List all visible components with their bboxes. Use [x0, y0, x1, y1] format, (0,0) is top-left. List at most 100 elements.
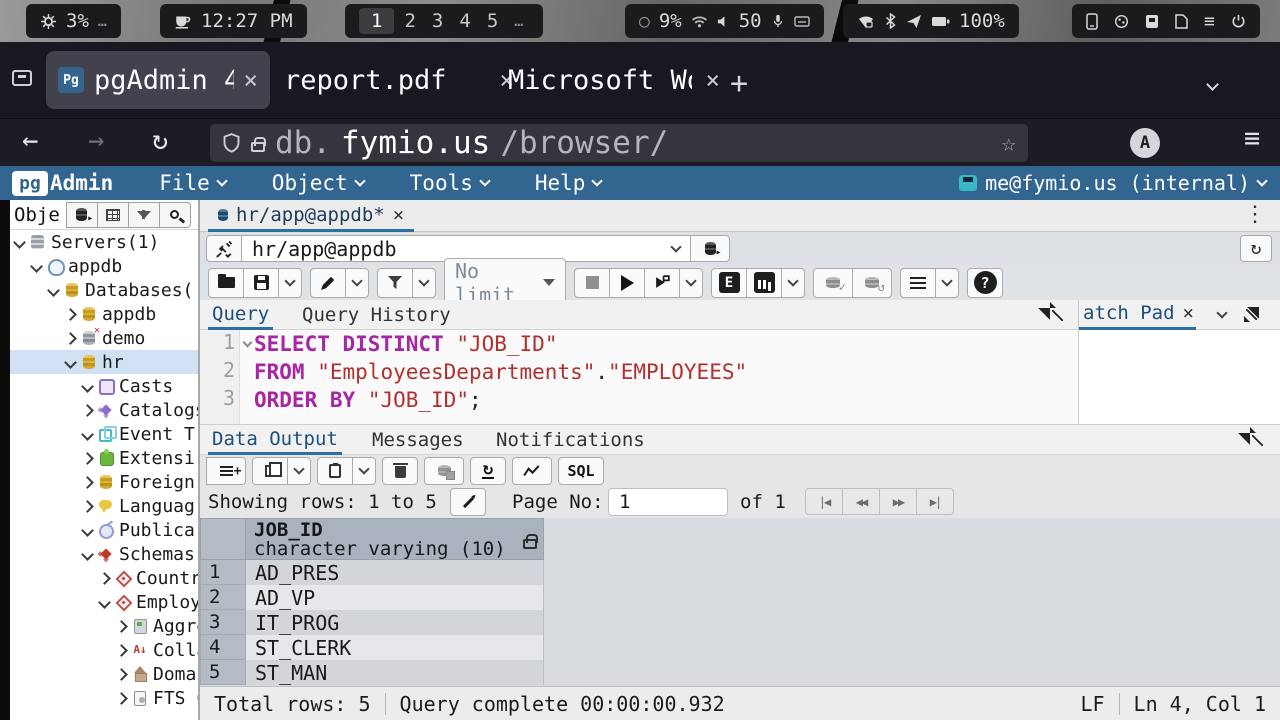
forward-button[interactable]: →: [88, 125, 104, 156]
macros-options-button[interactable]: [935, 268, 959, 298]
tab-query[interactable]: Query: [208, 300, 273, 330]
expand-icon[interactable]: [1244, 307, 1259, 322]
search-button[interactable]: [159, 202, 191, 228]
tree-node-appdb[interactable]: appdb: [10, 302, 198, 326]
browser-tab[interactable]: Microsoft Wo ×: [508, 51, 720, 109]
tree-node-hr[interactable]: hr: [10, 350, 198, 374]
cell-value[interactable]: AD_PRES: [246, 560, 544, 585]
filter-button[interactable]: [128, 202, 160, 228]
system-tray[interactable]: ≡: [1072, 4, 1260, 38]
tree-node-countr[interactable]: Countr: [10, 566, 198, 590]
list-all-tabs-icon[interactable]: [1208, 74, 1217, 93]
add-row-button[interactable]: [206, 457, 246, 485]
copy-button[interactable]: [252, 457, 288, 485]
workspace-1[interactable]: 1: [359, 8, 394, 34]
edit-button[interactable]: [310, 268, 346, 298]
execute-options-button[interactable]: [644, 268, 680, 298]
chevron-right-icon[interactable]: [81, 452, 94, 465]
close-icon[interactable]: ×: [1183, 302, 1194, 324]
filter-button[interactable]: [377, 268, 413, 298]
back-button[interactable]: ←: [22, 125, 38, 156]
tree-node-schemas[interactable]: Schemas: [10, 542, 198, 566]
query-tool-tab[interactable]: hr/app@appdb* ×: [208, 200, 414, 232]
system-monitor-indicators[interactable]: ○ 9% 50: [625, 4, 824, 38]
macros-button[interactable]: [900, 268, 936, 298]
graph-visualiser-button[interactable]: [512, 457, 552, 485]
close-icon[interactable]: ×: [393, 204, 404, 226]
download-button[interactable]: ↻: [470, 457, 506, 485]
chevron-down-icon[interactable]: [1216, 307, 1227, 318]
chevron-down-icon[interactable]: [30, 260, 43, 273]
sql-button[interactable]: SQL: [558, 457, 604, 485]
reload-button[interactable]: ↻: [152, 125, 168, 156]
workspace-6[interactable]: …: [508, 12, 529, 30]
edit-range-button[interactable]: [450, 488, 486, 516]
tree-node-colla[interactable]: A↓Colla: [10, 638, 198, 662]
rollback-button[interactable]: ↺: [852, 268, 892, 298]
browser-tab[interactable]: report.pdf ×: [284, 51, 514, 109]
workspace-4[interactable]: 4: [453, 10, 476, 32]
help-button[interactable]: ?: [967, 268, 1003, 298]
tab-messages[interactable]: Messages: [368, 425, 468, 455]
open-file-button[interactable]: [208, 268, 244, 298]
workspace-2[interactable]: 2: [398, 10, 421, 32]
workspace-switcher[interactable]: 12345…: [345, 4, 543, 38]
last-page-button[interactable]: ▶|: [916, 488, 954, 515]
cancel-query-button[interactable]: [574, 268, 610, 298]
tree-node-foreign[interactable]: Foreign: [10, 470, 198, 494]
firefox-account-icon[interactable]: A: [1130, 128, 1160, 158]
save-data-button[interactable]: [424, 457, 464, 485]
cell-value[interactable]: ST_MAN: [246, 660, 544, 685]
chevron-down-icon[interactable]: [81, 524, 94, 537]
tab-data-output[interactable]: Data Output: [208, 425, 342, 455]
chevron-right-icon[interactable]: [81, 404, 94, 417]
column-header[interactable]: JOB_ID character varying (10): [246, 518, 544, 560]
save-options-button[interactable]: [278, 268, 302, 298]
quick-search-db-button[interactable]: [66, 202, 98, 228]
tree-node-servers1[interactable]: Servers(1): [10, 230, 198, 254]
new-tab-button[interactable]: +: [730, 66, 748, 101]
commit-button[interactable]: ✓: [813, 268, 853, 298]
edit-options-button[interactable]: [345, 268, 369, 298]
prev-page-button[interactable]: ◀◀: [842, 488, 880, 515]
chevron-right-icon[interactable]: [115, 668, 128, 681]
execute-button[interactable]: [609, 268, 645, 298]
execute-menu-button[interactable]: [679, 268, 703, 298]
cell-value[interactable]: AD_VP: [246, 585, 544, 610]
chevron-down-icon[interactable]: [81, 548, 94, 561]
clock-indicator[interactable]: 12:27 PM: [160, 4, 307, 38]
menu-help[interactable]: Help: [535, 171, 602, 195]
bookmark-star-icon[interactable]: ☆: [1002, 129, 1016, 157]
editor-code[interactable]: SELECT DISTINCT "JOB_ID"FROM "EmployeesD…: [240, 330, 747, 424]
chevron-down-icon[interactable]: [13, 236, 26, 249]
network-battery-indicators[interactable]: 100%: [843, 4, 1019, 38]
tree-node-catalogs[interactable]: Catalogs: [10, 398, 198, 422]
tree-node-demo[interactable]: demo: [10, 326, 198, 350]
tree-node-employ[interactable]: Employ: [10, 590, 198, 614]
tree-node-appdb[interactable]: appdb: [10, 254, 198, 278]
chevron-right-icon[interactable]: [64, 332, 77, 345]
tab-query-history[interactable]: Query History: [298, 300, 455, 330]
explain-options-button[interactable]: [781, 268, 805, 298]
scratch-pad-tab[interactable]: atch Pad ×: [1079, 300, 1196, 330]
chevron-right-icon[interactable]: [115, 644, 128, 657]
paste-button[interactable]: [317, 457, 353, 485]
next-page-button[interactable]: ▶▶: [879, 488, 917, 515]
account-menu[interactable]: me@fymio.us (internal): [959, 171, 1266, 195]
chevron-right-icon[interactable]: [81, 476, 94, 489]
new-connection-button[interactable]: [690, 235, 730, 262]
panel-menu-dots-icon[interactable]: ⋮: [1244, 202, 1266, 227]
page-no-input[interactable]: [608, 488, 728, 516]
browser-menu-icon[interactable]: ≡: [1244, 123, 1260, 154]
connection-status-button[interactable]: [206, 235, 242, 262]
sql-editor[interactable]: 123 SELECT DISTINCT "JOB_ID"FROM "Employ…: [200, 330, 1078, 424]
close-tab-icon[interactable]: ×: [706, 66, 720, 94]
chevron-right-icon[interactable]: [81, 500, 94, 513]
first-page-button[interactable]: |◀: [805, 488, 843, 515]
tree-node-extensi[interactable]: Extensi: [10, 446, 198, 470]
tree-node-databases[interactable]: Databases(: [10, 278, 198, 302]
save-file-button[interactable]: [243, 268, 279, 298]
connection-refresh-button[interactable]: ↻: [1240, 235, 1272, 262]
cell-value[interactable]: ST_CLERK: [246, 635, 544, 660]
workspace-5[interactable]: 5: [481, 10, 504, 32]
